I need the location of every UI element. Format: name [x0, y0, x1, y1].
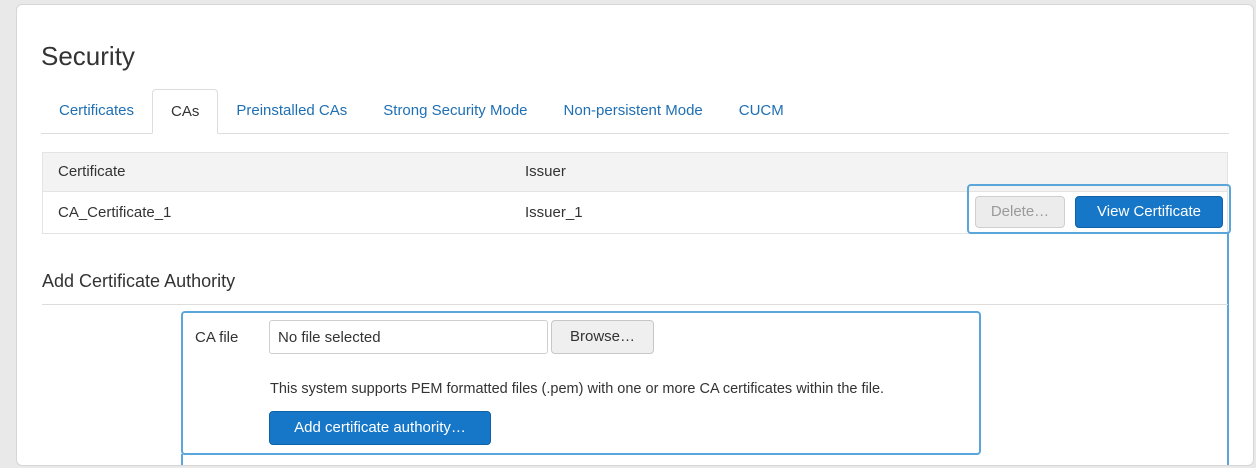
cell-certificate: CA_Certificate_1	[58, 204, 172, 221]
add-certificate-authority-button[interactable]: Add certificate authority…	[269, 411, 491, 445]
delete-button[interactable]: Delete…	[975, 196, 1065, 228]
highlight-connector-right	[1227, 233, 1229, 465]
page-title: Security	[41, 41, 135, 71]
ca-file-input[interactable]	[269, 320, 548, 354]
browse-button[interactable]: Browse…	[551, 320, 654, 354]
section-divider	[42, 304, 1228, 305]
view-certificate-button[interactable]: View Certificate	[1075, 196, 1223, 228]
tab-non-persistent-mode[interactable]: Non-persistent Mode	[546, 89, 721, 133]
tab-certificates[interactable]: Certificates	[41, 89, 152, 133]
tab-strong-security-mode[interactable]: Strong Security Mode	[365, 89, 545, 133]
security-panel: Security Certificates CAs Preinstalled C…	[16, 4, 1254, 466]
column-header-certificate: Certificate	[58, 163, 126, 180]
add-ca-title: Add Certificate Authority	[42, 271, 236, 291]
pem-help-text: This system supports PEM formatted files…	[270, 381, 885, 397]
highlight-connector-left	[181, 454, 183, 465]
tab-cas[interactable]: CAs	[152, 89, 219, 134]
column-header-issuer: Issuer	[525, 163, 566, 180]
tab-cucm[interactable]: CUCM	[721, 89, 802, 133]
tab-bar: Certificates CAs Preinstalled CAs Strong…	[41, 87, 1229, 134]
cell-issuer: Issuer_1	[525, 204, 583, 221]
ca-file-label: CA file	[195, 329, 239, 346]
tab-preinstalled-cas[interactable]: Preinstalled CAs	[218, 89, 365, 133]
